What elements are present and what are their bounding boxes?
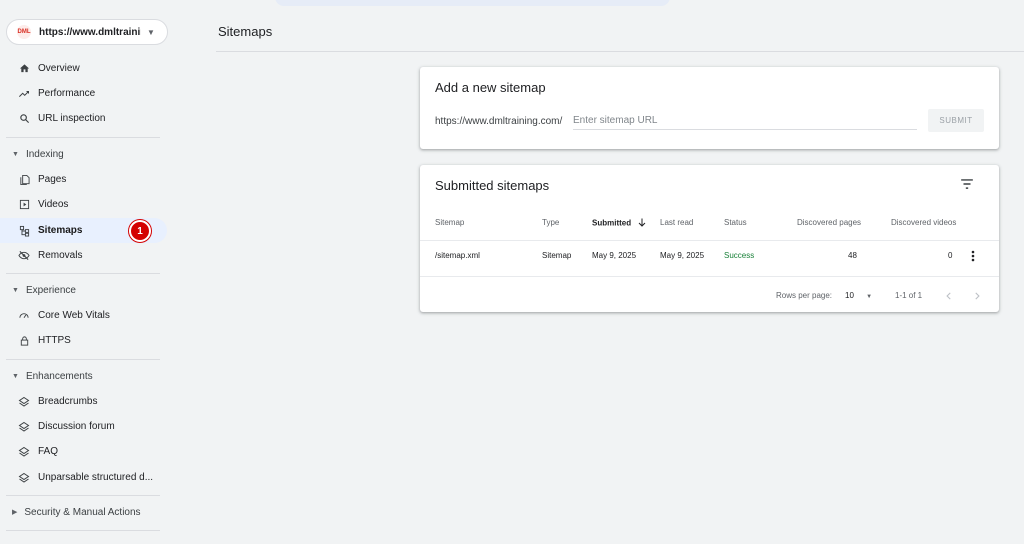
sidebar-item-performance[interactable]: Performance <box>0 81 168 106</box>
sidebar-item-core-web-vitals[interactable]: Core Web Vitals <box>0 303 168 328</box>
rows-per-page-value: 10 <box>845 291 854 300</box>
sidebar-item-label: Discussion forum <box>38 421 115 432</box>
column-header-label: Submitted <box>592 218 632 228</box>
sidebar-item-label: Pages <box>38 174 67 185</box>
sidebar-item-label: HTTPS <box>38 335 71 346</box>
trending-up-icon <box>17 87 31 101</box>
cell-submitted: May 9, 2025 <box>592 251 637 260</box>
cell-last-read: May 9, 2025 <box>660 251 705 260</box>
sidebar-item-https[interactable]: HTTPS <box>0 328 168 353</box>
sidebar-item-pages[interactable]: Pages <box>0 167 168 192</box>
submitted-sitemaps-card: Submitted sitemaps Sitemap Type Submitte… <box>420 165 999 312</box>
section-label: Security & Manual Actions <box>24 506 141 518</box>
table-row-divider <box>420 276 999 277</box>
sitemap-url-input[interactable] <box>573 112 917 130</box>
sidebar-item-unparsable-structured-data[interactable]: Unparsable structured d... <box>0 465 168 490</box>
sidebar-item-url-inspection[interactable]: URL inspection <box>0 106 168 131</box>
caret-down-icon: ▼ <box>866 294 873 300</box>
gauge-icon <box>17 309 31 323</box>
sidebar-divider <box>6 273 160 274</box>
add-sitemap-title: Add a new sitemap <box>435 80 546 95</box>
layers-icon <box>17 445 31 459</box>
sidebar-item-removals[interactable]: Removals <box>0 243 168 268</box>
sidebar: DML https://www.dmltrainin... ▼ Overview… <box>0 0 168 544</box>
cell-status: Success <box>724 251 755 260</box>
layers-icon <box>17 471 31 485</box>
add-sitemap-card: Add a new sitemap https://www.dmltrainin… <box>420 67 999 149</box>
property-logo: DML <box>17 25 31 39</box>
caret-down-icon: ▼ <box>12 150 19 158</box>
more-vert-icon[interactable] <box>971 249 979 263</box>
sidebar-divider <box>6 495 160 496</box>
lock-icon <box>17 334 31 348</box>
cell-sitemap: /sitemap.xml <box>435 251 480 260</box>
sidebar-item-label: Removals <box>38 250 83 261</box>
layers-icon <box>17 420 31 434</box>
sidebar-item-videos[interactable]: Videos <box>0 192 168 217</box>
sidebar-item-faq[interactable]: FAQ <box>0 439 168 464</box>
page-title: Sitemaps <box>218 24 273 39</box>
rows-per-page-select[interactable]: 10 ▼ <box>845 291 872 300</box>
annotation-badge-1: 1 <box>129 220 151 242</box>
arrow-down-icon <box>638 218 646 229</box>
sidebar-item-overview[interactable]: Overview <box>0 56 168 81</box>
property-selector[interactable]: DML https://www.dmltrainin... ▼ <box>6 19 168 45</box>
sidebar-item-label: Core Web Vitals <box>38 310 110 321</box>
filter-icon[interactable] <box>960 177 976 191</box>
sidebar-item-label: URL inspection <box>38 113 106 124</box>
eye-off-icon <box>17 249 31 263</box>
column-header-discovered-pages[interactable]: Discovered pages <box>797 218 861 227</box>
table-header-divider <box>420 240 999 241</box>
column-header-status[interactable]: Status <box>724 218 747 227</box>
section-label: Experience <box>25 284 76 296</box>
sidebar-item-label: Performance <box>38 88 96 99</box>
video-icon <box>17 198 31 212</box>
caret-right-icon: ▶ <box>12 509 18 516</box>
chevron-right-icon[interactable] <box>972 288 986 302</box>
sidebar-item-label: Videos <box>38 199 69 210</box>
submit-button[interactable]: SUBMIT <box>928 109 984 132</box>
chevron-down-icon: ▼ <box>147 27 155 37</box>
sidebar-item-discussion-forum[interactable]: Discussion forum <box>0 414 168 439</box>
section-label: Indexing <box>25 148 64 160</box>
column-header-discovered-videos[interactable]: Discovered videos <box>891 218 956 227</box>
home-icon <box>17 62 31 76</box>
column-header-type[interactable]: Type <box>542 218 559 227</box>
section-label: Enhancements <box>25 370 93 382</box>
sidebar-item-label: Overview <box>38 63 80 74</box>
column-header-sitemap[interactable]: Sitemap <box>435 218 464 227</box>
sitemap-url-prefix: https://www.dmltraining.com/ <box>435 116 563 127</box>
rows-per-page-label: Rows per page: <box>776 291 833 300</box>
sidebar-item-label: Unparsable structured d... <box>38 472 154 483</box>
caret-down-icon: ▼ <box>12 286 19 294</box>
property-url: https://www.dmltrainin... <box>39 26 141 38</box>
section-enhancements[interactable]: ▼ Enhancements <box>0 366 168 386</box>
caret-down-icon: ▼ <box>12 372 19 380</box>
pagination-range: 1-1 of 1 <box>895 291 923 300</box>
layers-icon <box>17 395 31 409</box>
sitemap-icon <box>17 224 31 238</box>
cell-type: Sitemap <box>542 251 572 260</box>
sidebar-divider <box>6 359 160 360</box>
section-indexing[interactable]: ▼ Indexing <box>0 144 168 164</box>
sidebar-divider <box>6 137 160 138</box>
sidebar-item-label: FAQ <box>38 446 59 457</box>
cell-discovered-pages: 48 <box>848 251 857 260</box>
chevron-left-icon[interactable] <box>944 288 958 302</box>
submitted-sitemaps-title: Submitted sitemaps <box>435 178 550 193</box>
search-icon <box>17 112 31 126</box>
sidebar-divider <box>6 530 160 531</box>
section-security-manual-actions[interactable]: ▶ Security & Manual Actions <box>0 502 168 522</box>
header-divider <box>216 51 1024 52</box>
sidebar-item-breadcrumbs[interactable]: Breadcrumbs <box>0 389 168 414</box>
pages-icon <box>17 173 31 187</box>
cell-discovered-videos: 0 <box>948 251 953 260</box>
column-header-last-read[interactable]: Last read <box>660 218 693 227</box>
section-experience[interactable]: ▼ Experience <box>0 280 168 300</box>
sidebar-item-label: Breadcrumbs <box>38 396 98 407</box>
column-header-submitted[interactable]: Submitted <box>592 218 646 229</box>
sidebar-item-label: Sitemaps <box>38 225 83 236</box>
top-search-bar[interactable] <box>275 0 670 6</box>
